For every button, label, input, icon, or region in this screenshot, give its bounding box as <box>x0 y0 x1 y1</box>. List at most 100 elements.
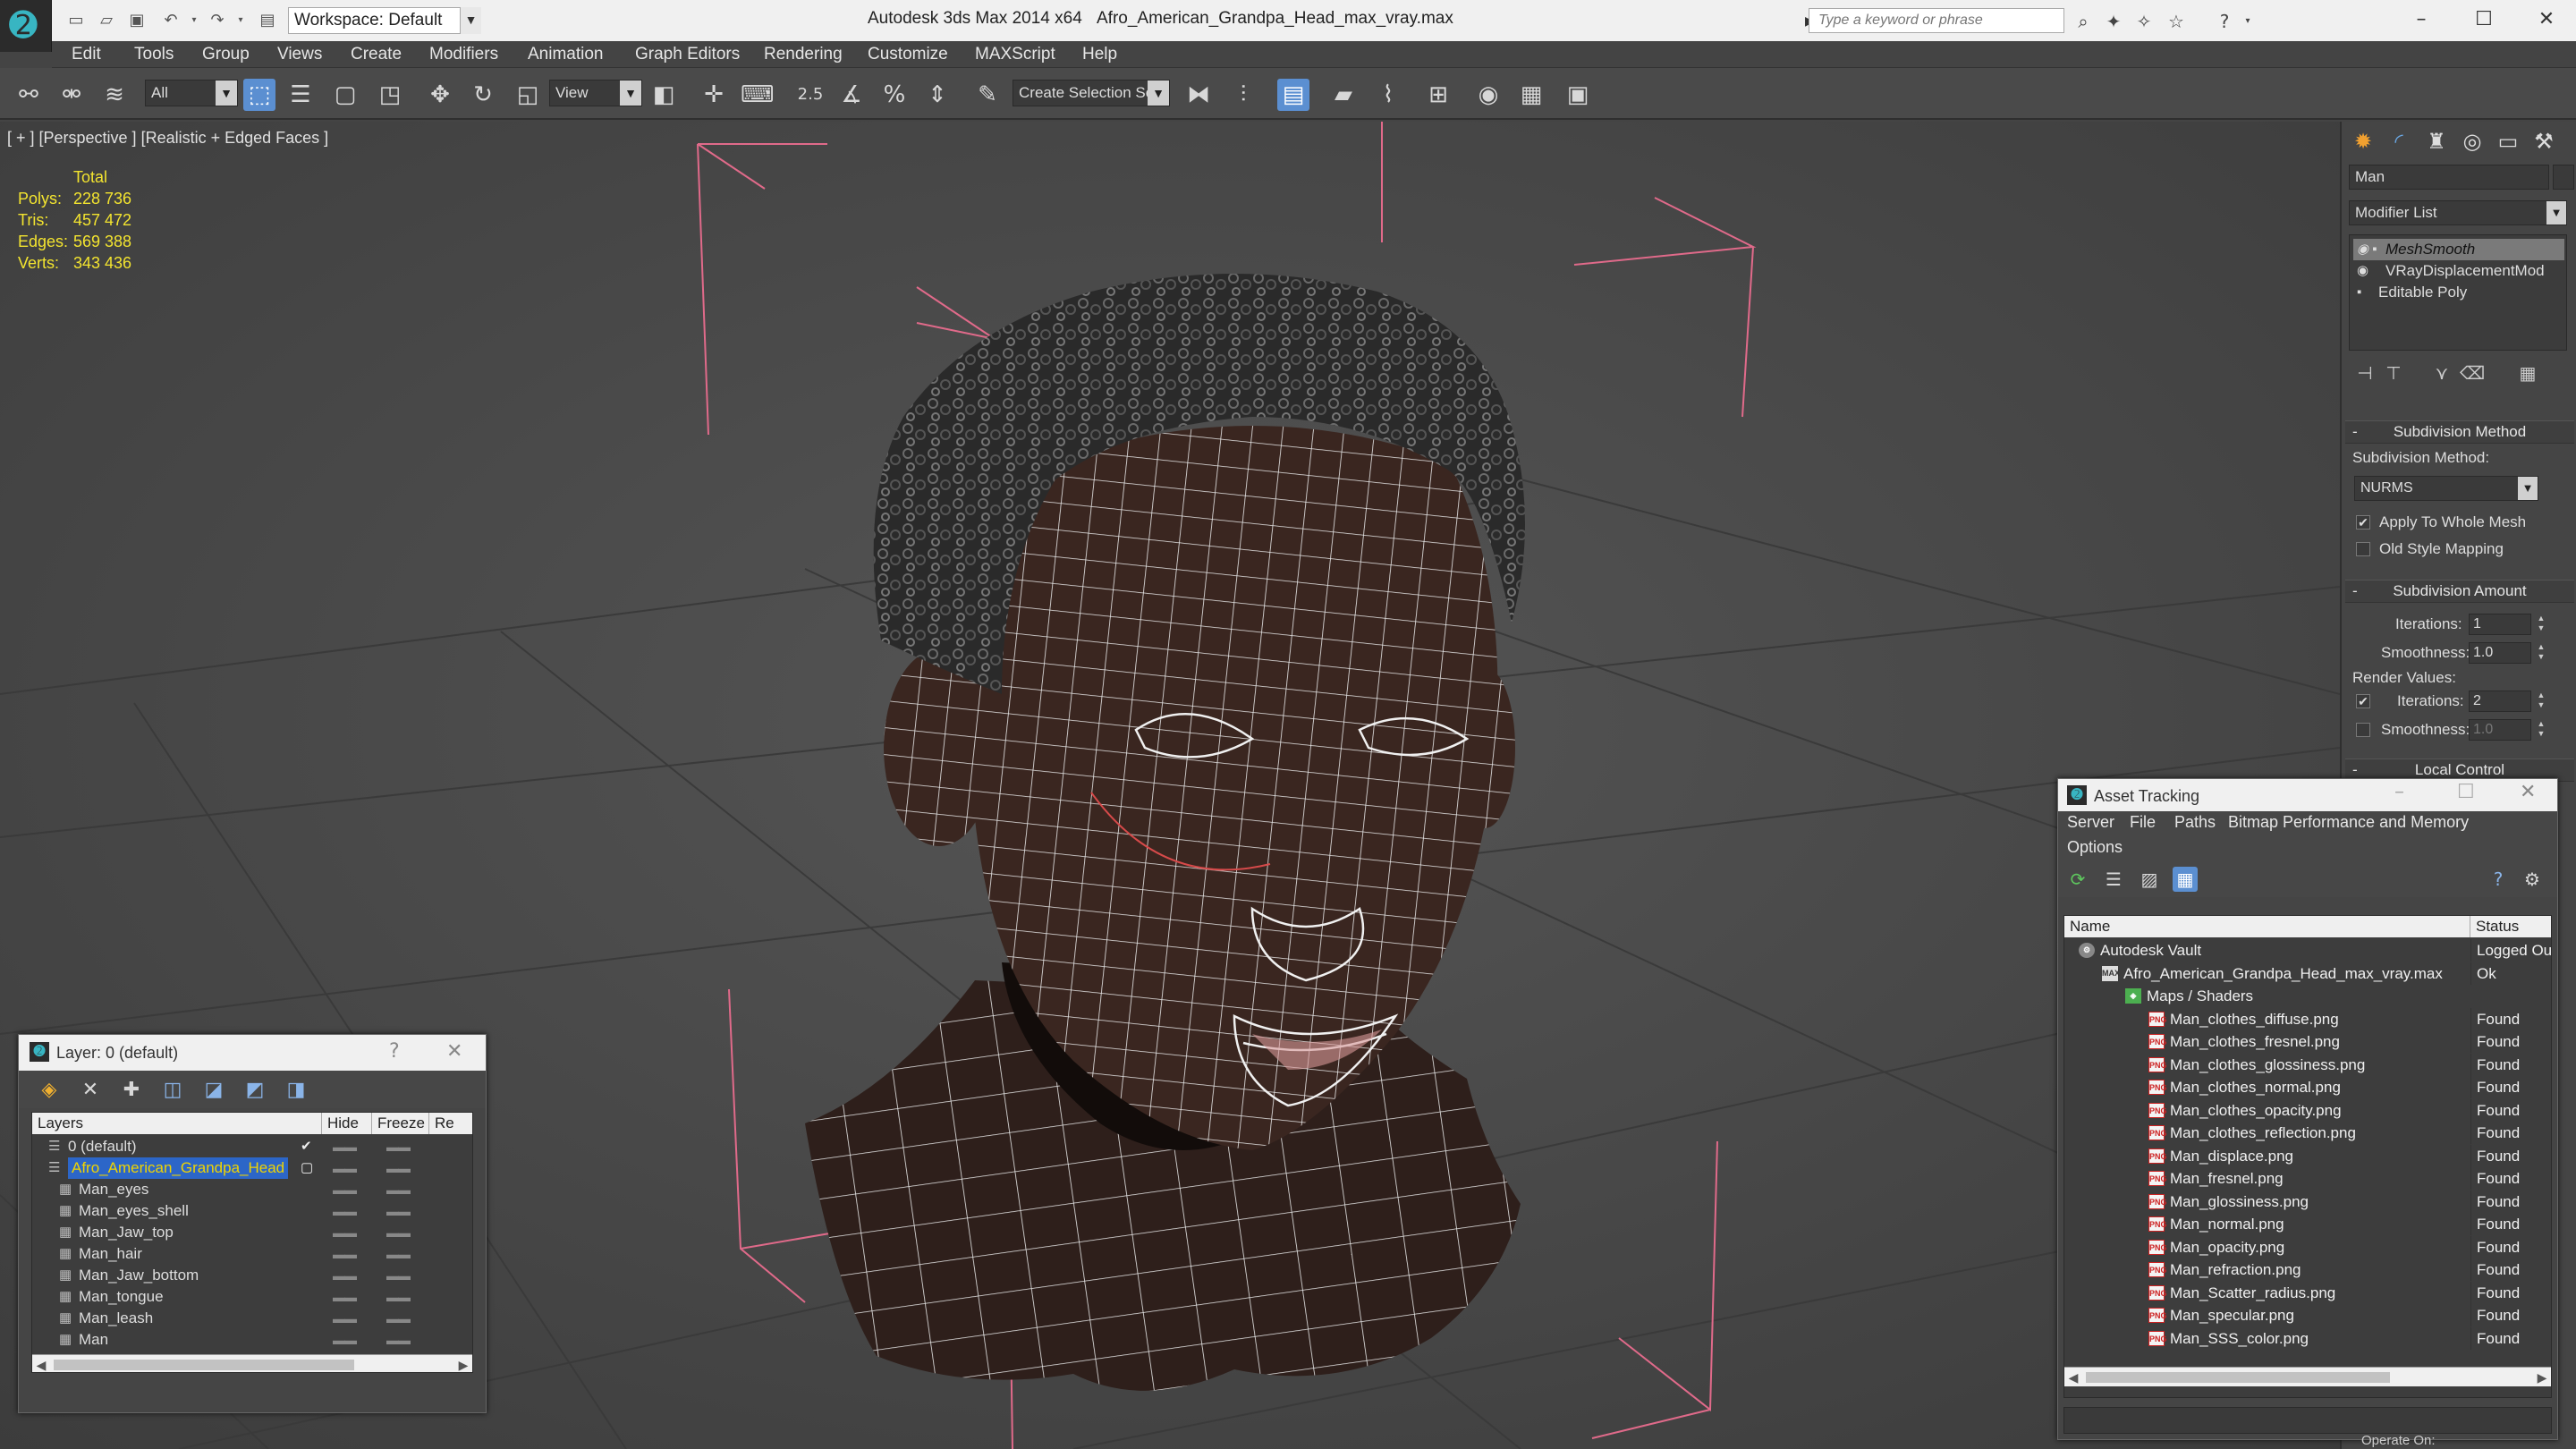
unlink-icon[interactable]: ⚮ <box>55 79 88 111</box>
workspace-dropdown-arrow-icon[interactable]: ▼ <box>460 7 481 34</box>
layer-row[interactable]: ▦ Man_Jaw_bottom ▬▬ ▬▬ <box>32 1265 472 1286</box>
menu-edit[interactable]: Edit <box>72 45 101 64</box>
layer-name[interactable]: Man_hair <box>79 1243 142 1265</box>
show-end-result-icon[interactable]: ⊤ <box>2381 361 2406 386</box>
hide-toggle[interactable]: ▬▬ <box>333 1179 357 1200</box>
subscription-icon[interactable]: ✦ <box>2102 10 2125 33</box>
asset-window-titlebar[interactable]: ➋ Asset Tracking – ☐ ✕ <box>2058 779 2557 811</box>
menu-animation[interactable]: Animation <box>528 45 604 64</box>
asset-row[interactable]: PNG Man_Scatter_radius.png Found <box>2064 1281 2551 1305</box>
render-iterations-checkbox[interactable]: ✔ <box>2356 694 2370 708</box>
hide-toggle[interactable]: ▬▬ <box>333 1329 357 1351</box>
hide-toggle[interactable]: ▬▬ <box>333 1157 357 1179</box>
scroll-right-icon[interactable]: ▶ <box>454 1355 472 1372</box>
bind-space-warp-icon[interactable]: ≋ <box>98 79 131 111</box>
hide-unhide-all-icon[interactable]: ◩ <box>242 1078 267 1103</box>
select-objects-in-layer-icon[interactable]: ◫ <box>160 1078 185 1103</box>
column-hide[interactable]: Hide <box>322 1113 372 1134</box>
stack-item-vraydisplacementmod[interactable]: ◉ VRayDisplacementMod <box>2353 260 2564 282</box>
asset-row[interactable]: PNG Man_clothes_glossiness.png Found <box>2064 1053 2551 1077</box>
select-manipulate-icon[interactable]: ✛ <box>698 79 730 111</box>
asset-menu-paths[interactable]: Paths <box>2174 813 2216 832</box>
layer-window-titlebar[interactable]: ➋ Layer: 0 (default) ? ✕ <box>19 1035 486 1071</box>
subdivision-method-dropdown[interactable]: NURMS ▼ <box>2354 476 2538 501</box>
angle-snap-icon[interactable]: ∡ <box>835 79 868 111</box>
help-icon[interactable]: ? <box>2213 10 2236 33</box>
search-input[interactable]: Type a keyword or phrase <box>1809 8 2064 33</box>
asset-horizontal-scrollbar[interactable]: ◀ ▶ <box>2064 1367 2551 1387</box>
freeze-toggle[interactable]: ▬▬ <box>386 1265 411 1286</box>
layer-row[interactable]: ▦ Man_Jaw_top ▬▬ ▬▬ <box>32 1222 472 1243</box>
material-editor-icon[interactable]: ◉ <box>1472 79 1504 111</box>
freeze-toggle[interactable]: ▬▬ <box>386 1136 411 1157</box>
utilities-tab-icon[interactable]: ⚒ <box>2528 125 2560 157</box>
close-icon[interactable]: ✕ <box>446 1040 462 1063</box>
display-tab-icon[interactable]: ▭ <box>2492 125 2524 157</box>
maximize-icon[interactable]: ☐ <box>2463 4 2504 36</box>
active-layer-indicator[interactable]: ▢ <box>301 1157 313 1179</box>
hide-toggle[interactable]: ▬▬ <box>333 1200 357 1222</box>
layer-name[interactable]: Man_leash <box>79 1308 153 1329</box>
hide-toggle[interactable]: ▬▬ <box>333 1136 357 1157</box>
expand-icon[interactable]: ▪ <box>2357 282 2361 303</box>
lightbulb-icon[interactable]: ◉ ▪ <box>2357 239 2377 260</box>
spinner-snap-icon[interactable]: ⇕ <box>921 79 953 111</box>
make-unique-icon[interactable]: ⋎ <box>2429 361 2454 386</box>
create-tab-icon[interactable]: ✹ <box>2347 125 2379 157</box>
freeze-toggle[interactable]: ▬▬ <box>386 1243 411 1265</box>
remove-modifier-icon[interactable]: ⌫ <box>2460 361 2485 386</box>
hide-toggle[interactable]: ▬▬ <box>333 1286 357 1308</box>
menu-group[interactable]: Group <box>202 45 250 64</box>
column-layers[interactable]: Layers <box>32 1113 322 1134</box>
help-icon[interactable]: ? <box>389 1040 400 1063</box>
layer-row[interactable]: ▦ Man_tongue ▬▬ ▬▬ <box>32 1286 472 1308</box>
menu-customize[interactable]: Customize <box>868 45 948 64</box>
object-color-swatch[interactable] <box>2553 165 2574 190</box>
layer-name[interactable]: Man_eyes_shell <box>79 1200 189 1222</box>
thumbnail-view-icon[interactable]: ▨ <box>2137 867 2162 892</box>
mirror-icon[interactable]: ⧓ <box>1182 79 1215 111</box>
minimize-icon[interactable]: – <box>2401 4 2442 36</box>
spinner-arrows-icon[interactable]: ▲ ▼ <box>2535 642 2547 664</box>
binoculars-icon[interactable]: ⌕ <box>2072 10 2095 33</box>
scroll-thumb[interactable] <box>54 1360 354 1370</box>
keyboard-shortcut-override-icon[interactable]: ⌨ <box>741 79 775 111</box>
redo-icon[interactable]: ↷ <box>206 10 229 31</box>
freeze-toggle[interactable]: ▬▬ <box>386 1329 411 1351</box>
undo-dropdown-icon[interactable]: ▾ <box>182 10 206 31</box>
asset-menu-options[interactable]: Options <box>2067 838 2123 857</box>
highlight-selected-layer-icon[interactable]: ◪ <box>201 1078 226 1103</box>
graphite-modeling-icon[interactable]: ▰ <box>1327 79 1360 111</box>
asset-row[interactable]: PNG Man_glossiness.png Found <box>2064 1190 2551 1214</box>
undo-icon[interactable]: ↶ <box>159 10 182 31</box>
hierarchy-tab-icon[interactable]: ♜ <box>2420 125 2453 157</box>
asset-row[interactable]: PNG Man_clothes_reflection.png Found <box>2064 1122 2551 1145</box>
scroll-right-icon[interactable]: ▶ <box>2533 1368 2551 1387</box>
asset-row[interactable]: PNG Man_specular.png Found <box>2064 1304 2551 1327</box>
select-and-rotate-icon[interactable]: ↻ <box>467 79 499 111</box>
layer-row[interactable]: ▦ Man_eyes ▬▬ ▬▬ <box>32 1179 472 1200</box>
asset-row[interactable]: PNG Man_displace.png Found <box>2064 1144 2551 1168</box>
rectangular-selection-icon[interactable]: ▢ <box>329 79 361 111</box>
menu-tools[interactable]: Tools <box>134 45 174 64</box>
asset-row[interactable]: MAX Afro_American_Grandpa_Head_max_vray.m… <box>2064 962 2551 986</box>
freeze-toggle[interactable]: ▬▬ <box>386 1157 411 1179</box>
freeze-unfreeze-all-icon[interactable]: ◨ <box>284 1078 309 1103</box>
render-smoothness-checkbox[interactable] <box>2356 723 2370 737</box>
layer-row[interactable]: ☰ Afro_American_Grandpa_Head ▢ ▬▬ ▬▬ <box>32 1157 472 1179</box>
old-style-mapping-checkbox[interactable] <box>2356 542 2370 556</box>
motion-tab-icon[interactable]: ◎ <box>2456 125 2488 157</box>
stack-item-meshsmooth[interactable]: ◉ ▪ MeshSmooth <box>2353 239 2564 260</box>
column-freeze[interactable]: Freeze <box>372 1113 429 1134</box>
rollout-subdivision-amount[interactable]: - Subdivision Amount <box>2345 580 2574 603</box>
select-and-link-icon[interactable]: ⚯ <box>13 79 45 111</box>
close-icon[interactable]: ✕ <box>2526 4 2567 36</box>
modify-tab-icon[interactable]: ◜ <box>2383 125 2415 157</box>
smoothness-spinner[interactable]: 1.0 <box>2469 642 2531 664</box>
rendered-frame-window-icon[interactable]: ▣ <box>1562 79 1594 111</box>
asset-row[interactable]: PNG Man_clothes_diffuse.png Found <box>2064 1007 2551 1031</box>
freeze-toggle[interactable]: ▬▬ <box>386 1308 411 1329</box>
asset-menu-file[interactable]: File <box>2130 813 2156 832</box>
lightbulb-icon[interactable]: ◉ <box>2357 260 2368 282</box>
list-view-icon[interactable]: ☰ <box>2101 867 2126 892</box>
